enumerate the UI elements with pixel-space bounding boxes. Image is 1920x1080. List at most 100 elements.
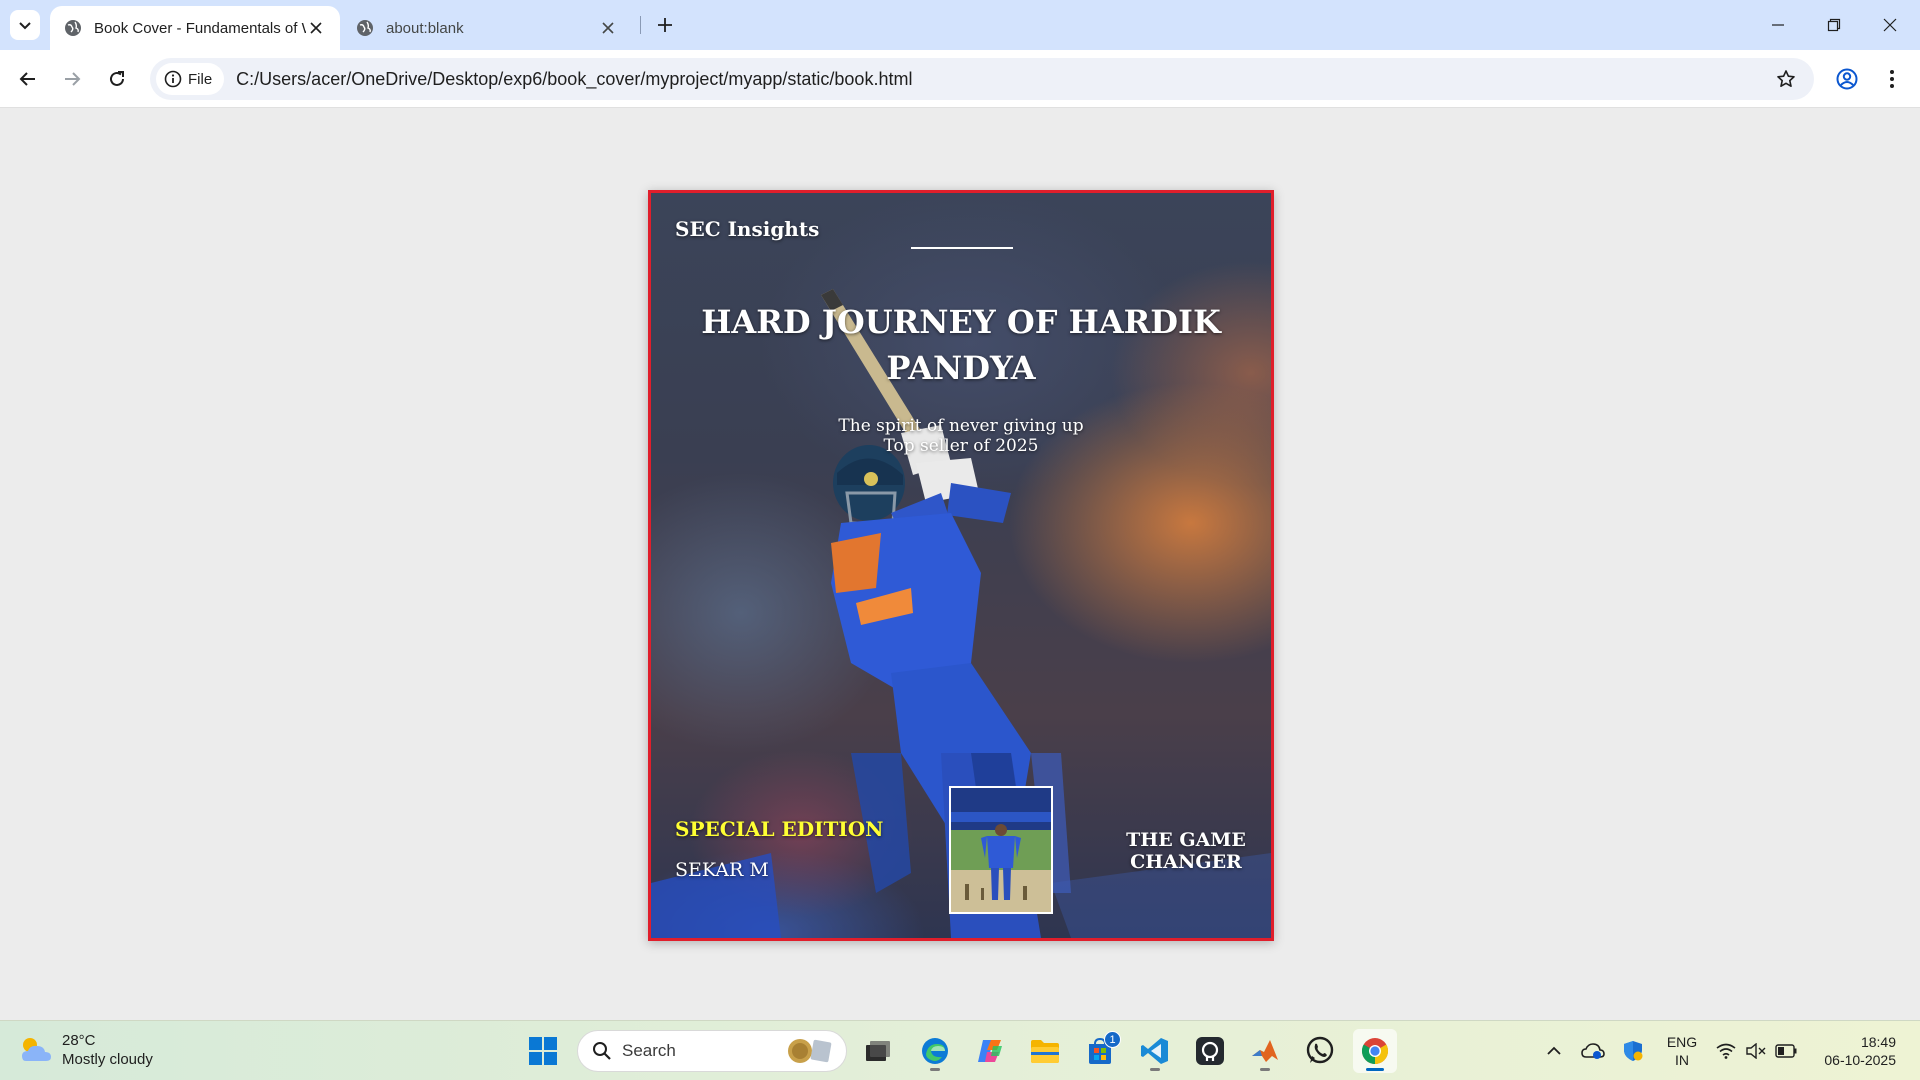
book-subtitle: The spirit of never giving up Top seller… [681,416,1241,456]
windows-taskbar: 28°C Mostly cloudy Search 1 ENG IN 18:49… [0,1020,1920,1080]
close-tab-icon[interactable] [306,18,326,38]
info-icon [164,70,182,88]
taskbar-file-explorer[interactable] [1023,1029,1067,1073]
tab-title: Book Cover - Fundamentals of W [94,19,306,37]
new-tab-button[interactable] [650,10,680,40]
edge-icon [922,1038,948,1064]
notification-badge: 1 [1104,1031,1121,1048]
chrome-icon [1361,1038,1389,1065]
wifi-icon [1716,1043,1736,1059]
tray-onedrive[interactable] [1578,1031,1608,1071]
tab-separator [640,16,641,34]
url-text[interactable]: C:/Users/acer/OneDrive/Desktop/exp6/book… [236,69,912,90]
more-vert-icon [1890,70,1894,88]
weather-widget[interactable]: 28°C Mostly cloudy [18,1031,153,1069]
taskbar-github-desktop[interactable] [1188,1029,1232,1073]
site-info-chip[interactable]: File [156,63,225,95]
copilot-icon [978,1040,1002,1062]
taskbar-task-view[interactable] [856,1029,900,1073]
book-title: HARD JOURNEY OF HARDIK PANDYA [701,303,1221,387]
region-code: IN [1675,1052,1689,1068]
minimize-button[interactable] [1755,0,1801,50]
book-cover: SEC Insights HARD JOURNEY OF HARDIK PAND… [648,190,1274,941]
running-indicator [930,1068,940,1071]
windows-logo-icon [529,1037,557,1065]
search-highlight-icon [788,1039,832,1063]
whatsapp-icon [1306,1036,1334,1064]
bookmark-button[interactable] [1770,63,1802,95]
arrow-left-icon [19,72,35,86]
author-name: SEKAR M [675,859,769,881]
arrow-right-icon [65,72,81,86]
taskbar-microsoft-store[interactable]: 1 [1078,1029,1122,1073]
volume-muted-icon [1746,1043,1766,1059]
cloud-sync-icon [1581,1043,1605,1059]
inset-photo [949,786,1053,914]
github-icon [1196,1037,1224,1065]
weather-temperature: 28°C [62,1032,96,1049]
site-chip-label: File [188,70,213,88]
tab-strip: Book Cover - Fundamentals of W about:bla… [0,0,1920,50]
search-placeholder: Search [622,1041,676,1060]
title-divider [911,247,1013,249]
tray-wifi[interactable] [1712,1031,1740,1071]
tray-battery[interactable] [1772,1031,1800,1071]
taskbar-whatsapp[interactable] [1298,1029,1342,1073]
close-window-button[interactable] [1867,0,1913,50]
restore-icon [1827,18,1841,32]
tab-title: about:blank [386,19,464,37]
language-indicator[interactable]: ENG IN [1662,1033,1702,1069]
task-view-icon [866,1041,890,1061]
taskbar-matlab[interactable] [1243,1029,1287,1073]
tray-volume[interactable] [1742,1031,1770,1071]
clock[interactable]: 18:49 06-10-2025 [1810,1033,1896,1069]
profile-icon [1836,68,1858,90]
chevron-down-icon [19,22,31,30]
reload-button[interactable] [101,63,133,95]
brand-label: SEC Insights [675,217,820,241]
clock-date: 06-10-2025 [1824,1052,1896,1068]
chevron-up-icon [1547,1046,1561,1055]
menu-button[interactable] [1876,63,1908,95]
folder-icon [1031,1040,1059,1063]
taskbar-edge[interactable] [913,1029,957,1073]
star-icon [1777,70,1795,87]
forward-button[interactable] [56,63,88,95]
browser-toolbar: File C:/Users/acer/OneDrive/Desktop/exp6… [0,50,1920,108]
page-viewport: SEC Insights HARD JOURNEY OF HARDIK PAND… [0,108,1920,1020]
search-icon [593,1042,611,1060]
matlab-icon [1252,1040,1278,1062]
vscode-icon [1141,1038,1168,1064]
close-tab-icon[interactable] [598,18,618,38]
start-button[interactable] [525,1033,561,1069]
tab-book-cover[interactable]: Book Cover - Fundamentals of W [50,6,340,50]
taskbar-vscode[interactable] [1133,1029,1177,1073]
profile-button[interactable] [1831,63,1863,95]
tray-security[interactable] [1618,1031,1648,1071]
globe-icon [357,20,373,36]
back-button[interactable] [12,63,44,95]
battery-icon [1775,1044,1797,1058]
weather-description: Mostly cloudy [62,1051,153,1068]
edition-label: SPECIAL EDITION [675,817,884,841]
reload-icon [110,71,124,86]
address-bar[interactable]: File C:/Users/acer/OneDrive/Desktop/exp6… [150,58,1814,100]
taskbar-copilot[interactable] [968,1029,1012,1073]
running-indicator [1260,1068,1270,1071]
active-indicator [1366,1068,1384,1071]
globe-icon [65,20,81,36]
tab-about-blank[interactable]: about:blank [342,6,632,50]
tagline: THE GAME CHANGER [1126,829,1246,873]
show-hidden-icons-button[interactable] [1540,1031,1568,1071]
tab-search-button[interactable] [10,10,40,40]
clock-time: 18:49 [1860,1034,1896,1050]
plus-icon [658,18,672,32]
subtitle-line: The spirit of never giving up [838,416,1084,436]
minimize-icon [1772,24,1784,26]
close-icon [1883,18,1897,32]
restore-button[interactable] [1811,0,1857,50]
subtitle-line: Top seller of 2025 [883,436,1039,456]
taskbar-chrome[interactable] [1353,1029,1397,1073]
taskbar-search[interactable]: Search [577,1030,847,1072]
partly-cloudy-icon [22,1038,51,1061]
